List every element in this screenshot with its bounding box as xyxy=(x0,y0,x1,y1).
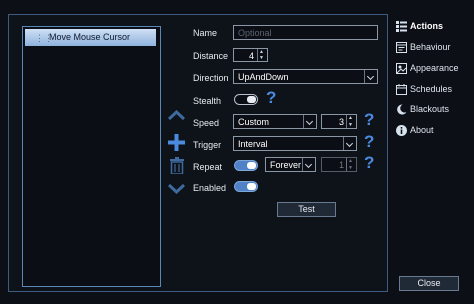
repeat-count-value: 1 xyxy=(339,160,345,170)
name-field[interactable]: Optional xyxy=(233,25,378,40)
chevron-down-icon[interactable] xyxy=(364,70,377,83)
chevron-down-icon[interactable] xyxy=(303,115,316,128)
move-down-icon[interactable] xyxy=(168,183,185,194)
move-up-icon[interactable] xyxy=(168,110,185,121)
speed-stepper[interactable]: 3 xyxy=(321,114,357,129)
test-button[interactable]: Test xyxy=(277,202,336,217)
nav-blackouts-label: Blackouts xyxy=(410,104,450,114)
nav-actions-label: Actions xyxy=(410,21,444,31)
stealth-label: Stealth xyxy=(193,96,222,106)
speed-mode-value: Custom xyxy=(238,117,270,127)
trigger-select[interactable]: Interval xyxy=(233,136,357,151)
direction-select[interactable]: UpAndDown xyxy=(233,69,378,84)
list-item-label: Move Mouse Cursor xyxy=(49,32,131,42)
name-label: Name xyxy=(193,28,218,38)
distance-value: 4 xyxy=(249,51,255,61)
nav-schedules-label: Schedules xyxy=(410,84,453,94)
repeat-count-stepper[interactable]: 1 xyxy=(321,157,357,172)
distance-spin-icon[interactable] xyxy=(257,49,267,61)
trigger-help-icon[interactable]: ? xyxy=(364,132,374,152)
direction-label: Direction xyxy=(193,73,229,83)
trigger-value: Interval xyxy=(238,139,268,149)
schedules-icon xyxy=(396,84,407,95)
enabled-label: Enabled xyxy=(193,183,227,193)
distance-label: Distance xyxy=(193,51,229,61)
chevron-down-icon[interactable] xyxy=(302,158,315,171)
trigger-label: Trigger xyxy=(193,140,222,150)
name-placeholder: Optional xyxy=(238,28,272,38)
about-icon xyxy=(396,125,407,136)
nav-behaviour-label: Behaviour xyxy=(410,42,451,52)
speed-select[interactable]: Custom xyxy=(233,114,317,129)
nav-about-label: About xyxy=(410,125,434,135)
delete-icon[interactable] xyxy=(170,157,184,174)
repeat-mode-value: Forever xyxy=(270,160,302,170)
behaviour-icon xyxy=(396,42,407,53)
speed-spin-icon[interactable] xyxy=(346,115,356,128)
add-icon[interactable] xyxy=(168,134,185,151)
stealth-toggle[interactable] xyxy=(234,94,258,105)
repeat-toggle[interactable] xyxy=(234,160,258,171)
speed-help-icon[interactable]: ? xyxy=(364,110,374,130)
action-list[interactable]: ⋮⋮ Move Mouse Cursor xyxy=(22,26,161,287)
repeat-label: Repeat xyxy=(193,162,223,172)
distance-stepper[interactable]: 4 xyxy=(233,48,268,62)
appearance-icon xyxy=(396,63,407,74)
repeat-mode-select[interactable]: Forever xyxy=(265,157,316,172)
actions-icon xyxy=(396,21,407,32)
nav-appearance-label: Appearance xyxy=(410,63,459,73)
enabled-toggle[interactable] xyxy=(234,181,258,192)
speed-label: Speed xyxy=(193,118,220,128)
close-button[interactable]: Close xyxy=(399,276,459,291)
direction-value: UpAndDown xyxy=(238,72,289,82)
repeat-help-icon[interactable]: ? xyxy=(364,153,374,173)
stealth-help-icon[interactable]: ? xyxy=(266,88,276,108)
repeat-spin-icon[interactable] xyxy=(346,158,356,171)
chevron-down-icon[interactable] xyxy=(343,137,356,150)
blackouts-icon xyxy=(397,104,407,115)
list-item[interactable]: ⋮⋮ Move Mouse Cursor xyxy=(25,29,156,46)
speed-value: 3 xyxy=(339,117,345,127)
